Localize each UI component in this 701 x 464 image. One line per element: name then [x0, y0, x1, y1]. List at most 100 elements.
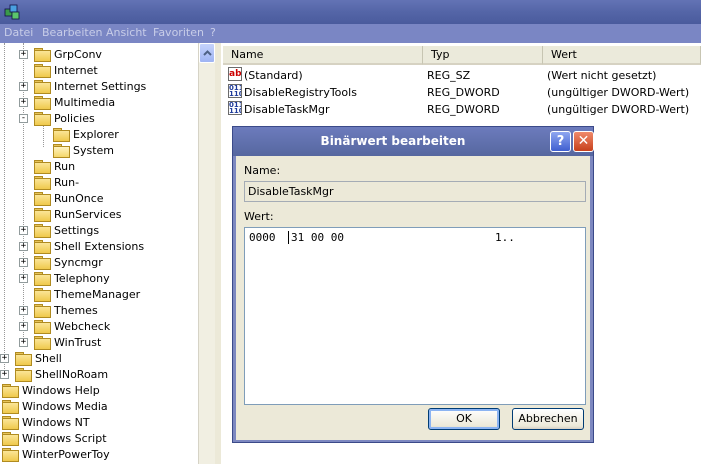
tree-item[interactable]: + Webcheck	[19, 318, 110, 334]
tree-item-label: Windows Help	[22, 383, 100, 397]
folder-icon	[34, 320, 51, 334]
tree-item[interactable]: + Shell Extensions	[19, 238, 144, 254]
tree-item[interactable]: System	[38, 142, 114, 158]
dialog-body: Name: DisableTaskMgr Wert: 0000 31 00 00…	[236, 156, 590, 440]
folder-icon	[2, 384, 19, 398]
tree-item[interactable]: Windows Script	[2, 430, 107, 446]
edit-binary-dialog: Binärwert bearbeiten ? ✕ Name: DisableTa…	[232, 126, 594, 443]
expand-icon[interactable]: +	[19, 81, 28, 91]
tree-item[interactable]: Run	[19, 158, 75, 174]
menu-ansicht[interactable]: Ansicht	[106, 26, 147, 39]
tree-item-label: Run-	[54, 175, 80, 189]
value-type: REG_SZ	[427, 69, 471, 82]
column-header-value[interactable]: Wert	[543, 46, 701, 65]
tree-item[interactable]: Explorer	[38, 126, 119, 142]
folder-icon	[34, 304, 51, 318]
tree-item-label: Policies	[54, 111, 95, 125]
expand-icon[interactable]: +	[19, 337, 28, 347]
collapse-icon[interactable]: -	[19, 113, 28, 123]
menu-bearbeiten[interactable]: Bearbeiten	[42, 26, 102, 39]
expand-icon[interactable]: +	[19, 273, 28, 283]
tree-item[interactable]: + Shell	[0, 350, 62, 366]
cancel-button[interactable]: Abbrechen	[512, 408, 584, 430]
value-type: REG_DWORD	[427, 103, 500, 116]
tree-item-label: Internet	[54, 63, 98, 77]
expand-icon[interactable]: +	[19, 305, 28, 315]
tree-item-label: Webcheck	[54, 319, 111, 333]
menu-help[interactable]: ?	[210, 26, 216, 39]
tree-item-label: Windows NT	[22, 415, 90, 429]
tree-item-label: Multimedia	[54, 95, 116, 109]
value-data: (ungültiger DWORD-Wert)	[547, 103, 690, 116]
close-button[interactable]: ✕	[573, 131, 594, 152]
tree-item[interactable]: + Multimedia	[19, 94, 115, 110]
chevron-up-icon	[202, 50, 212, 56]
expand-icon[interactable]: +	[0, 353, 9, 363]
tree-item[interactable]: Windows NT	[2, 414, 90, 430]
string-value-icon: ab	[228, 67, 242, 81]
list-row[interactable]: ab (Standard) REG_SZ (Wert nicht gesetzt…	[221, 67, 701, 84]
scroll-up-button[interactable]	[199, 43, 215, 63]
value-data: (Wert nicht gesetzt)	[547, 69, 657, 82]
menu-datei[interactable]: Datei	[4, 26, 33, 39]
folder-icon	[34, 240, 51, 254]
ok-button[interactable]: OK	[428, 408, 500, 430]
registry-tree[interactable]: + GrpConv Internet + Internet Settings + Multi…	[0, 43, 198, 464]
expand-icon[interactable]: +	[0, 369, 9, 379]
folder-icon	[34, 192, 51, 206]
tree-item[interactable]: + Settings	[19, 222, 99, 238]
tree-item[interactable]: Windows Help	[2, 382, 100, 398]
folder-icon	[34, 96, 51, 110]
tree-item[interactable]: ThemeManager	[19, 286, 140, 302]
binary-value-icon: 011110	[228, 84, 242, 98]
folder-icon	[34, 112, 51, 126]
folder-icon	[34, 64, 51, 78]
folder-icon	[2, 400, 19, 414]
tree-item[interactable]: + ShellNoRoam	[0, 366, 108, 382]
tree-item[interactable]: WinterPowerToy	[2, 446, 110, 462]
tree-scrollbar[interactable]	[198, 43, 215, 464]
tree-item[interactable]: Internet	[19, 62, 98, 78]
folder-icon	[2, 448, 19, 462]
tree-item-label: Internet Settings	[54, 79, 147, 93]
hex-editor[interactable]: 0000 31 00 00 1..	[244, 227, 586, 405]
folder-icon	[34, 208, 51, 222]
expand-icon[interactable]: +	[19, 257, 28, 267]
tree-item[interactable]: + Telephony	[19, 270, 110, 286]
expand-icon[interactable]: +	[19, 97, 28, 107]
tree-item[interactable]: - Policies	[19, 110, 95, 126]
expand-icon[interactable]: +	[19, 321, 28, 331]
tree-item[interactable]: + Syncmgr	[19, 254, 103, 270]
menu-favoriten[interactable]: Favoriten	[153, 26, 204, 39]
tree-item[interactable]: RunOnce	[19, 190, 104, 206]
value-name: (Standard)	[244, 69, 303, 82]
tree-item-label: GrpConv	[54, 47, 102, 61]
tree-item-label: Windows Script	[22, 431, 107, 445]
column-header-type[interactable]: Typ	[423, 46, 543, 65]
folder-icon	[53, 128, 70, 142]
tree-item-label: Settings	[54, 223, 100, 237]
tree-item[interactable]: + Themes	[19, 302, 98, 318]
value-label: Wert:	[244, 210, 274, 223]
expand-icon[interactable]: +	[19, 241, 28, 251]
name-label: Name:	[244, 164, 281, 177]
tree-item[interactable]: + Internet Settings	[19, 78, 146, 94]
tree-item-label: RunServices	[54, 207, 122, 221]
tree-item-label: ShellNoRoam	[35, 367, 109, 381]
list-row[interactable]: 011110 DisableRegistryTools REG_DWORD (u…	[221, 84, 701, 101]
value-name-field: DisableTaskMgr	[244, 181, 586, 202]
folder-open-icon	[53, 144, 70, 158]
dialog-title-bar[interactable]: Binärwert bearbeiten ? ✕	[233, 127, 594, 156]
tree-item-label: Syncmgr	[54, 255, 103, 269]
expand-icon[interactable]: +	[19, 49, 28, 59]
expand-icon[interactable]: +	[19, 225, 28, 235]
tree-item[interactable]: + GrpConv	[19, 46, 102, 62]
column-header-name[interactable]: Name	[223, 46, 423, 65]
tree-item[interactable]: Run-	[19, 174, 79, 190]
tree-item[interactable]: + WinTrust	[19, 334, 101, 350]
tree-item[interactable]: Windows Media	[2, 398, 108, 414]
tree-item[interactable]: RunServices	[19, 206, 121, 222]
list-row[interactable]: 011110 DisableTaskMgr REG_DWORD (ungülti…	[221, 101, 701, 118]
tree-item-label: WinTrust	[54, 335, 102, 349]
help-button[interactable]: ?	[550, 131, 571, 152]
